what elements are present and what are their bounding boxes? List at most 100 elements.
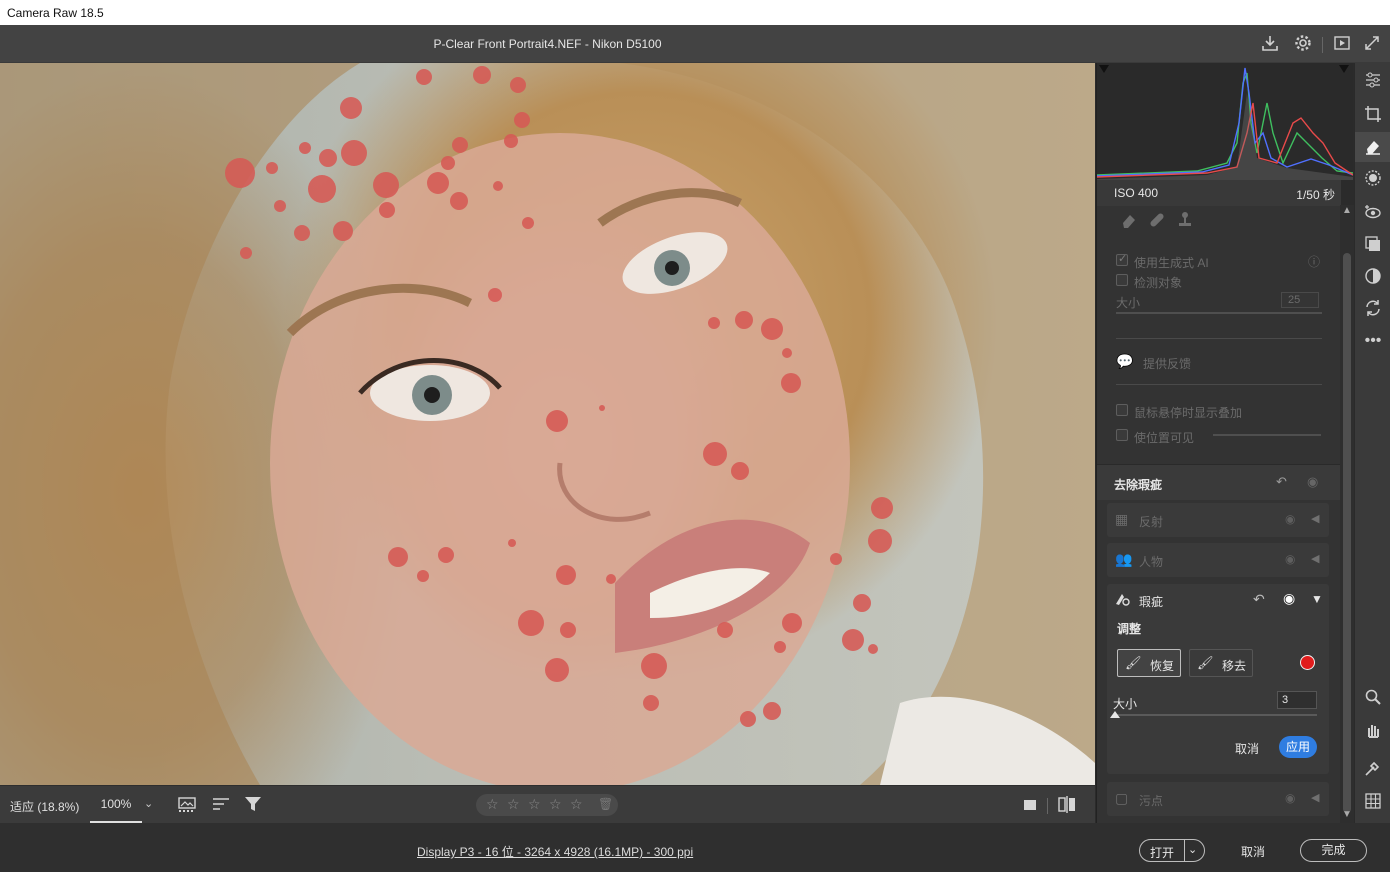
detect-objects-checkbox[interactable]	[1116, 274, 1128, 286]
reset-icon[interactable]: ↶	[1253, 591, 1265, 608]
people-card[interactable]: 👥 人物 ◉ ◀	[1107, 543, 1329, 577]
reflection-card[interactable]: ▦ 反射 ◉ ◀	[1107, 503, 1329, 537]
restore-label: 恢复	[1150, 659, 1175, 673]
scroll-up-icon[interactable]: ▲	[1342, 205, 1352, 216]
feedback-link[interactable]: 提供反馈	[1143, 355, 1191, 372]
workflow-options-link[interactable]: Display P3 - 16 位 - 3264 x 4928 (16.1MP)…	[417, 843, 693, 860]
star-icon[interactable]: ☆	[549, 796, 562, 813]
histogram	[1096, 63, 1354, 180]
collapse-icon[interactable]: ▼	[1311, 592, 1323, 606]
chevron-down-icon[interactable]: ⌄	[144, 797, 153, 810]
scroll-down-icon[interactable]: ▼	[1342, 809, 1352, 820]
edit-sliders-icon[interactable]	[1363, 71, 1383, 91]
rating-stars[interactable]: ☆ ☆ ☆ ☆ ☆ 🗑	[476, 794, 618, 816]
section-title: 去除瑕疵	[1114, 478, 1163, 492]
dust-card[interactable]: ▢ 污点 ◉ ◀	[1107, 782, 1329, 816]
cancel-button[interactable]: 取消	[1241, 843, 1265, 860]
sync-icon[interactable]	[1363, 299, 1383, 319]
blemish-size-thumb[interactable]	[1110, 711, 1121, 718]
color-sampler-icon[interactable]	[1363, 759, 1383, 779]
gear-icon[interactable]	[1293, 34, 1313, 54]
trash-icon[interactable]: 🗑	[598, 797, 613, 811]
zoom-fit-button[interactable]: 适应 (18.8%)	[10, 798, 79, 815]
slideshow-icon[interactable]	[1332, 34, 1352, 54]
remove-brush-icon: 🖌	[1197, 655, 1214, 670]
tool-strip: •••	[1354, 63, 1390, 823]
expand-icon[interactable]: ◀	[1311, 791, 1319, 804]
os-title-bar: Camera Raw 18.5	[0, 0, 1390, 25]
filter-icon[interactable]	[242, 795, 264, 815]
apply-button[interactable]: 应用	[1279, 736, 1317, 758]
eye-icon[interactable]: ◉	[1283, 590, 1295, 607]
stamp-icon[interactable]	[1175, 211, 1195, 231]
more-icon[interactable]: •••	[1363, 331, 1383, 351]
eye-icon[interactable]: ◉	[1307, 474, 1318, 490]
bandage-icon[interactable]	[1147, 211, 1167, 231]
zoom-100-button[interactable]: 100%	[90, 786, 142, 823]
compare-view-icon[interactable]	[1056, 795, 1078, 815]
star-icon[interactable]: ☆	[570, 796, 583, 813]
shutter-value: 1/50 秒	[1296, 188, 1335, 202]
use-gen-ai-label: 使用生成式 AI	[1134, 256, 1209, 270]
remove-button[interactable]: 🖌 移去	[1189, 649, 1253, 677]
blemish-icon	[1113, 590, 1133, 610]
blemish-cancel-button[interactable]: 取消	[1235, 740, 1259, 757]
sort-icon[interactable]	[210, 795, 232, 815]
use-gen-ai-checkbox[interactable]	[1116, 252, 1128, 266]
eraser-icon[interactable]	[1119, 211, 1139, 231]
document-title: P-Clear Front Portrait4.NEF - Nikon D510…	[433, 37, 662, 51]
shadow-clip-icon	[1099, 65, 1109, 73]
os-title: Camera Raw 18.5	[7, 6, 104, 20]
image-canvas[interactable]	[0, 63, 1095, 785]
star-icon[interactable]: ☆	[528, 796, 541, 813]
blemish-size-input[interactable]: 3	[1277, 691, 1317, 709]
heal-size-slider[interactable]	[1116, 312, 1322, 314]
reset-icon[interactable]: ↶	[1276, 474, 1287, 490]
dust-icon: ▢	[1115, 790, 1129, 806]
chevron-down-icon[interactable]: ⌄	[1188, 843, 1197, 856]
visualize-spots-slider[interactable]	[1213, 434, 1321, 436]
adjust-label: 调整	[1117, 622, 1142, 636]
feedback-icon[interactable]: 💬	[1116, 353, 1133, 370]
expand-icon[interactable]: ◀	[1311, 552, 1319, 565]
star-icon[interactable]: ☆	[486, 796, 499, 813]
iso-value: ISO 400	[1114, 186, 1159, 200]
zoom-icon[interactable]	[1363, 688, 1383, 708]
remove-tool-icon[interactable]	[1363, 137, 1383, 157]
single-view-icon[interactable]	[1019, 795, 1041, 815]
filmstrip-icon[interactable]	[176, 795, 198, 815]
brush-color-swatch[interactable]	[1300, 655, 1315, 670]
crop-icon[interactable]	[1363, 105, 1383, 125]
scrollbar-thumb[interactable]	[1343, 253, 1351, 813]
visualize-spots-checkbox[interactable]	[1116, 429, 1128, 441]
divider	[1116, 384, 1322, 385]
info-icon[interactable]: ⓘ	[1308, 253, 1320, 270]
show-overlay-checkbox[interactable]	[1116, 404, 1128, 416]
remove-distractions-header[interactable]: 去除瑕疵 ↶ ◉	[1097, 464, 1341, 500]
status-bar: Display P3 - 16 位 - 3264 x 4928 (16.1MP)…	[0, 823, 1390, 872]
blemish-size-slider[interactable]	[1113, 714, 1317, 716]
fullscreen-icon[interactable]	[1362, 34, 1382, 54]
presets-icon[interactable]	[1363, 267, 1383, 287]
toolbar-divider	[1047, 798, 1048, 814]
star-icon[interactable]: ☆	[507, 796, 520, 813]
open-divider	[1184, 840, 1185, 861]
heal-size-input[interactable]: 25	[1281, 292, 1319, 308]
expand-icon[interactable]: ◀	[1311, 512, 1319, 525]
panel-scrollbar[interactable]: ▲ ▼	[1340, 205, 1354, 823]
eye-icon[interactable]: ◉	[1285, 512, 1295, 526]
save-icon[interactable]	[1260, 34, 1280, 54]
app-header: P-Clear Front Portrait4.NEF - Nikon D510…	[0, 25, 1390, 63]
done-button[interactable]: 完成	[1300, 839, 1367, 862]
red-eye-icon[interactable]	[1363, 203, 1383, 223]
snapshots-icon[interactable]	[1363, 235, 1383, 255]
open-button[interactable]: 打开 ⌄	[1139, 839, 1205, 862]
restore-button[interactable]: 🖌 恢复	[1117, 649, 1181, 677]
dust-label: 污点	[1139, 794, 1164, 808]
eye-icon[interactable]: ◉	[1285, 791, 1295, 805]
eye-icon[interactable]: ◉	[1285, 552, 1295, 566]
blemish-size-label: 大小	[1113, 697, 1138, 711]
grid-icon[interactable]	[1363, 792, 1383, 812]
hand-icon[interactable]	[1363, 721, 1383, 741]
masking-icon[interactable]	[1363, 169, 1383, 189]
